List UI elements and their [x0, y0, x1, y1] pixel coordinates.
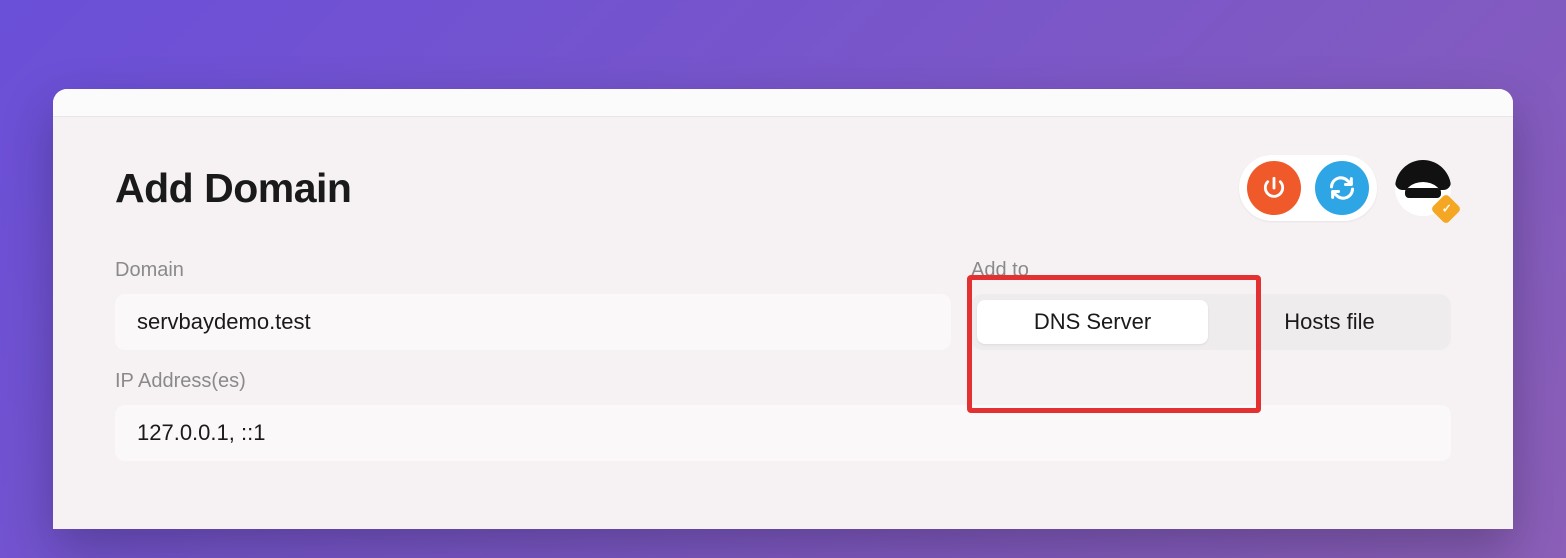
ip-input[interactable]: [115, 405, 1451, 461]
refresh-icon: [1328, 174, 1356, 202]
addto-label: Add to: [971, 259, 1451, 282]
segment-hosts-label: Hosts file: [1284, 309, 1374, 335]
addto-segmented-control: DNS Server Hosts file: [971, 294, 1451, 350]
domain-label: Domain: [115, 259, 951, 282]
user-avatar[interactable]: [1395, 160, 1451, 216]
segment-hosts-file[interactable]: Hosts file: [1214, 300, 1445, 344]
domain-input[interactable]: [115, 294, 951, 350]
action-pill: [1239, 155, 1377, 221]
power-icon: [1261, 175, 1287, 201]
refresh-button[interactable]: [1315, 161, 1369, 215]
segment-dns-server[interactable]: DNS Server: [977, 300, 1208, 344]
power-button[interactable]: [1247, 161, 1301, 215]
header-row: Add Domain: [115, 155, 1451, 221]
domain-field-block: Domain: [115, 259, 951, 350]
segment-dns-label: DNS Server: [1034, 309, 1151, 335]
app-window: Add Domain: [53, 89, 1513, 529]
addto-field-block: Add to DNS Server Hosts file: [971, 259, 1451, 350]
form-grid: Domain Add to DNS Server Hosts file IP A…: [115, 259, 1451, 461]
content-area: Add Domain: [53, 117, 1513, 461]
ip-label: IP Address(es): [115, 370, 1451, 393]
header-actions: [1239, 155, 1451, 221]
page-title: Add Domain: [115, 165, 351, 212]
window-titlebar: [53, 89, 1513, 117]
ip-field-block: IP Address(es): [115, 370, 1451, 461]
